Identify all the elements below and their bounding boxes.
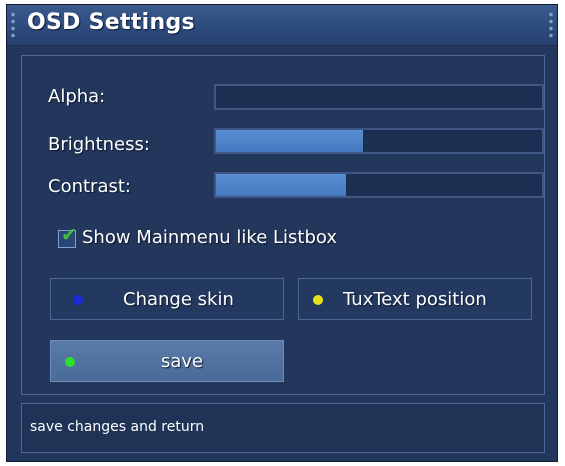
brightness-slider[interactable] [214, 128, 544, 154]
mainmenu-listbox-label: Show Mainmenu like Listbox [82, 227, 337, 248]
blue-dot-icon [73, 295, 83, 305]
alpha-label: Alpha: [48, 86, 106, 107]
tuxtext-position-button[interactable]: TuxText position [298, 278, 532, 320]
contrast-label: Contrast: [48, 176, 131, 197]
osd-settings-window: OSD Settings Alpha: Brightness: Contrast… [6, 4, 558, 462]
window-title: OSD Settings [27, 10, 195, 35]
title-grip-left [11, 11, 15, 39]
change-skin-label: Change skin [123, 289, 234, 310]
status-text: save changes and return [30, 419, 205, 435]
title-bar: OSD Settings [7, 5, 557, 46]
mainmenu-listbox-checkbox[interactable]: ✔ [58, 226, 77, 248]
tuxtext-position-label: TuxText position [343, 289, 487, 310]
contrast-slider-fill [216, 174, 347, 196]
brightness-label: Brightness: [48, 134, 150, 155]
status-bar: save changes and return [21, 403, 545, 453]
green-dot-icon [65, 357, 75, 367]
save-label: save [161, 351, 204, 372]
save-button[interactable]: save [50, 340, 284, 382]
yellow-dot-icon [313, 295, 323, 305]
checkmark-icon: ✔ [61, 224, 77, 246]
title-grip-right [549, 11, 553, 39]
contrast-slider[interactable] [214, 172, 544, 198]
alpha-slider[interactable] [214, 84, 544, 110]
settings-panel: Alpha: Brightness: Contrast: ✔ Show Main… [21, 55, 545, 395]
brightness-slider-fill [216, 130, 363, 152]
change-skin-button[interactable]: Change skin [50, 278, 284, 320]
